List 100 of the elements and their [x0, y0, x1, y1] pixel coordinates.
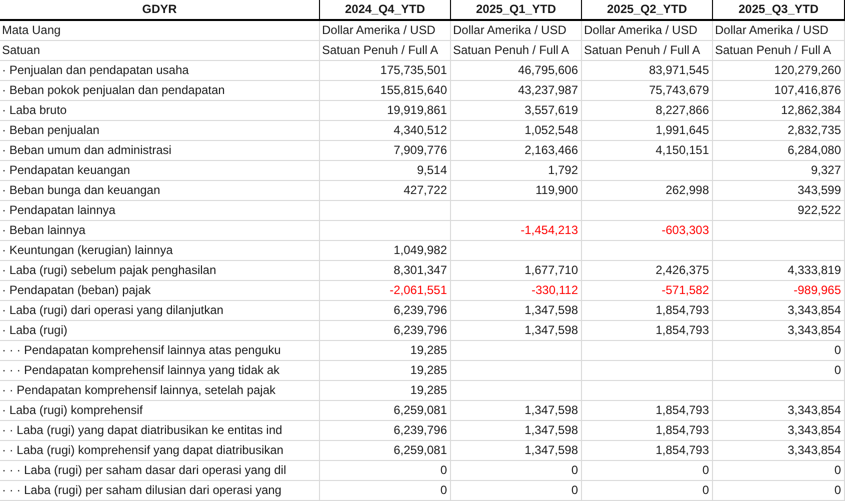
row-label: · Beban pokok penjualan dan pendapatan — [0, 81, 320, 101]
row-label: · · · Laba (rugi) per saham dasar dari operasi yang dil — [0, 461, 320, 481]
column-header: 2024_Q4_YTD — [320, 0, 451, 21]
table-cell: 6,239,796 — [320, 301, 451, 321]
table-cell: 3,343,854 — [713, 441, 845, 461]
table-cell: 1,347,598 — [451, 441, 582, 461]
column-header: GDYR — [0, 0, 320, 21]
table-cell: -989,965 — [713, 281, 845, 301]
table-cell: 3,343,854 — [713, 421, 845, 441]
row-label: · Laba (rugi) — [0, 321, 320, 341]
table-cell: 120,279,260 — [713, 61, 845, 81]
row-label: · Laba (rugi) komprehensif — [0, 401, 320, 421]
table-cell: -330,112 — [451, 281, 582, 301]
table-cell: 0 — [451, 461, 582, 481]
table-cell: 7,909,776 — [320, 141, 451, 161]
table-cell: 1,677,710 — [451, 261, 582, 281]
table-cell: 155,815,640 — [320, 81, 451, 101]
row-label: · · Laba (rugi) yang dapat diatribusikan ke entitas ind — [0, 421, 320, 441]
table-cell: 3,557,619 — [451, 101, 582, 121]
table-cell: 8,227,866 — [582, 101, 713, 121]
table-cell: 6,284,080 — [713, 141, 845, 161]
row-label: · Pendapatan (beban) pajak — [0, 281, 320, 301]
table-cell: 19,285 — [320, 381, 451, 401]
table-cell: 19,919,861 — [320, 101, 451, 121]
row-label: · · Laba (rugi) komprehensif yang dapat diatribusikan — [0, 441, 320, 461]
table-cell: 0 — [320, 461, 451, 481]
table-cell: 2,832,735 — [713, 121, 845, 141]
row-label: · Laba (rugi) dari operasi yang dilanjutkan — [0, 301, 320, 321]
table-cell: 9,327 — [713, 161, 845, 181]
table-cell: 1,854,793 — [582, 441, 713, 461]
table-cell: 0 — [713, 461, 845, 481]
table-cell: 19,285 — [320, 341, 451, 361]
table-cell: -2,061,551 — [320, 281, 451, 301]
table-cell: 1,049,982 — [320, 241, 451, 261]
row-label: · · Pendapatan komprehensif lainnya, setelah pajak — [0, 381, 320, 401]
table-cell: 0 — [713, 341, 845, 361]
table-cell: Dollar Amerika / USD — [582, 21, 713, 41]
row-label: · Beban lainnya — [0, 221, 320, 241]
table-cell: 0 — [451, 481, 582, 501]
table-cell: 43,237,987 — [451, 81, 582, 101]
table-cell: 119,900 — [451, 181, 582, 201]
row-label: · Pendapatan keuangan — [0, 161, 320, 181]
table-cell: 1,854,793 — [582, 421, 713, 441]
table-cell: 1,347,598 — [451, 401, 582, 421]
table-cell: 19,285 — [320, 361, 451, 381]
table-cell: 1,991,645 — [582, 121, 713, 141]
table-cell: 12,862,384 — [713, 101, 845, 121]
table-cell: 262,998 — [582, 181, 713, 201]
table-cell: 427,722 — [320, 181, 451, 201]
table-cell: 1,052,548 — [451, 121, 582, 141]
table-cell: 0 — [713, 361, 845, 381]
table-cell: 107,416,876 — [713, 81, 845, 101]
table-cell: 4,333,819 — [713, 261, 845, 281]
table-cell: 9,514 — [320, 161, 451, 181]
table-cell: 175,735,501 — [320, 61, 451, 81]
table-cell: Satuan Penuh / Full A — [582, 41, 713, 61]
table-cell: 0 — [582, 461, 713, 481]
table-cell: 1,792 — [451, 161, 582, 181]
row-label: · Pendapatan lainnya — [0, 201, 320, 221]
table-cell: 2,163,466 — [451, 141, 582, 161]
table-cell: 6,259,081 — [320, 401, 451, 421]
column-header: 2025_Q1_YTD — [451, 0, 582, 21]
table-cell: 3,343,854 — [713, 401, 845, 421]
table-cell: 1,854,793 — [582, 321, 713, 341]
column-header: 2025_Q3_YTD — [713, 0, 845, 21]
row-label: Mata Uang — [0, 21, 320, 41]
table-cell: 6,239,796 — [320, 321, 451, 341]
table-cell: 3,343,854 — [713, 321, 845, 341]
table-cell: 1,347,598 — [451, 321, 582, 341]
table-cell: 3,343,854 — [713, 301, 845, 321]
table-cell: 75,743,679 — [582, 81, 713, 101]
table-cell: Satuan Penuh / Full A — [713, 41, 845, 61]
row-label: · Laba bruto — [0, 101, 320, 121]
row-label: · · · Pendapatan komprehensif lainnya yang tidak ak — [0, 361, 320, 381]
row-label: · Beban bunga dan keuangan — [0, 181, 320, 201]
table-cell: Satuan Penuh / Full A — [320, 41, 451, 61]
table-cell: 922,522 — [713, 201, 845, 221]
table-cell: Dollar Amerika / USD — [451, 21, 582, 41]
table-cell: 2,426,375 — [582, 261, 713, 281]
table-cell: 343,599 — [713, 181, 845, 201]
table-cell: 6,239,796 — [320, 421, 451, 441]
table-cell: 0 — [582, 481, 713, 501]
table-cell: 1,854,793 — [582, 301, 713, 321]
row-label: · · · Laba (rugi) per saham dilusian dari operasi yang — [0, 481, 320, 501]
row-label: · Beban penjualan — [0, 121, 320, 141]
table-cell: 0 — [713, 481, 845, 501]
row-label: · · · Pendapatan komprehensif lainnya atas penguku — [0, 341, 320, 361]
table-cell: 83,971,545 — [582, 61, 713, 81]
table-cell: Dollar Amerika / USD — [320, 21, 451, 41]
table-cell: Dollar Amerika / USD — [713, 21, 845, 41]
column-header: 2025_Q2_YTD — [582, 0, 713, 21]
table-cell: -1,454,213 — [451, 221, 582, 241]
table-cell: 1,347,598 — [451, 301, 582, 321]
table-cell: 6,259,081 — [320, 441, 451, 461]
row-label: · Laba (rugi) sebelum pajak penghasilan — [0, 261, 320, 281]
row-label: · Penjualan dan pendapatan usaha — [0, 61, 320, 81]
table-cell: 1,854,793 — [582, 401, 713, 421]
row-label: · Beban umum dan administrasi — [0, 141, 320, 161]
table-cell: 0 — [320, 481, 451, 501]
table-cell: 1,347,598 — [451, 421, 582, 441]
